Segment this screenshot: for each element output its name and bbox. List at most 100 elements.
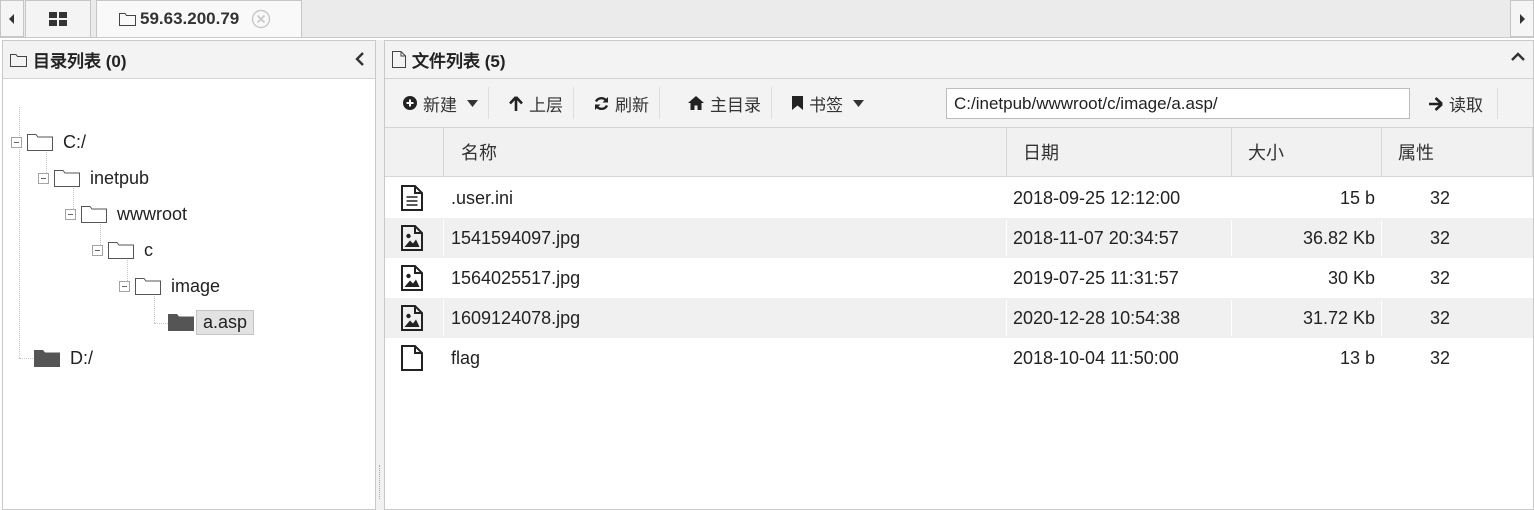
path-input[interactable] <box>946 88 1410 119</box>
panel-splitter[interactable] <box>376 40 384 510</box>
folder-outline-icon <box>108 242 134 259</box>
file-row[interactable]: 1564025517.jpg 2019-07-25 11:31:57 30 Kb… <box>385 258 1533 298</box>
tree-node-label: image <box>171 275 221 296</box>
caret-down-icon <box>467 99 478 107</box>
column-header-icon <box>385 128 443 176</box>
file-size: 36.82 Kb <box>1302 227 1375 248</box>
file-row[interactable]: 1609124078.jpg 2020-12-28 10:54:38 31.72… <box>385 298 1533 338</box>
tab-scroll-right-button[interactable] <box>1510 0 1534 37</box>
tree-node-label: a.asp <box>196 309 255 335</box>
folder-outline-icon <box>54 170 80 187</box>
cell-divider <box>1231 300 1232 336</box>
directory-panel-header: 目录列表 (0) <box>3 41 375 79</box>
tree-node-a-asp[interactable]: a.asp <box>168 307 255 337</box>
file-attr: 32 <box>1429 307 1451 328</box>
folder-outline-icon <box>81 206 107 223</box>
collapse-toggle[interactable] <box>119 280 130 292</box>
file-attr: 32 <box>1429 347 1451 368</box>
image-file-icon <box>401 218 427 258</box>
refresh-icon <box>594 96 609 110</box>
new-button[interactable]: 新建 <box>385 87 489 119</box>
refresh-button[interactable]: 刷新 <box>574 87 660 119</box>
caret-right-icon <box>1520 13 1525 24</box>
tree-node-c[interactable]: c <box>92 235 153 265</box>
file-attr: 32 <box>1429 227 1451 248</box>
tree-node-inetpub[interactable]: inetpub <box>38 163 149 193</box>
splitter-grip[interactable] <box>379 465 381 499</box>
column-header-label: 属性 <box>1398 143 1434 163</box>
home-icon <box>688 96 704 110</box>
cell-divider <box>443 300 444 336</box>
home-directory-label: 主目录 <box>710 95 761 115</box>
directory-panel-title: 目录列表 (0) <box>33 52 127 71</box>
file-row[interactable]: flag 2018-10-04 11:50:00 13 b 32 <box>385 338 1533 378</box>
folder-outline-icon <box>27 134 53 151</box>
read-button[interactable]: 读取 <box>1415 88 1498 119</box>
column-header-attr[interactable]: 属性 <box>1381 128 1533 176</box>
file-size: 15 b <box>1339 187 1375 208</box>
cell-divider <box>1231 220 1232 256</box>
file-date: 2020-12-28 10:54:38 <box>1013 307 1181 328</box>
collapse-toggle[interactable] <box>65 208 76 220</box>
collapse-toggle[interactable] <box>92 244 103 256</box>
file-row[interactable]: .user.ini 2018-09-25 12:12:00 15 b 32 <box>385 178 1533 218</box>
file-attr: 32 <box>1429 187 1451 208</box>
tree-node-c-drive[interactable]: C:/ <box>11 127 86 157</box>
file-outline-icon <box>392 51 406 68</box>
file-date: 2019-07-25 11:31:57 <box>1013 267 1179 288</box>
file-name: 1609124078.jpg <box>451 307 581 328</box>
file-name: flag <box>451 347 481 368</box>
file-name: .user.ini <box>451 187 514 208</box>
tab-home[interactable] <box>25 0 91 37</box>
column-header-label: 日期 <box>1023 143 1059 163</box>
file-panel-header: 文件列表 (5) <box>385 41 1533 79</box>
bookmark-button[interactable]: 书签 <box>772 87 874 119</box>
file-size: 31.72 Kb <box>1302 307 1375 328</box>
arrow-up-icon <box>509 95 523 111</box>
tree-connector <box>19 358 35 359</box>
collapse-panel-button[interactable] <box>355 52 365 66</box>
file-panel: 文件列表 (5) 新建 上层 刷新 主目录 书签 C:/inetpub/wwwr… <box>384 40 1534 510</box>
column-header-size[interactable]: 大小 <box>1231 128 1381 176</box>
collapse-panel-button[interactable] <box>1511 52 1525 62</box>
tree-node-image[interactable]: image <box>119 271 220 301</box>
collapse-toggle[interactable] <box>11 136 22 148</box>
chevron-up-icon <box>1511 52 1525 61</box>
bookmark-label: 书签 <box>809 95 843 115</box>
file-date: 2018-11-07 20:34:57 <box>1013 227 1179 248</box>
tree-node-d-drive[interactable]: D:/ <box>34 343 93 373</box>
text-file-icon <box>401 178 427 218</box>
file-row[interactable]: 1541594097.jpg 2018-11-07 20:34:57 36.82… <box>385 218 1533 258</box>
new-button-label: 新建 <box>423 95 457 115</box>
tree-node-wwwroot[interactable]: wwwroot <box>65 199 187 229</box>
collapse-toggle[interactable] <box>38 172 49 184</box>
up-level-button[interactable]: 上层 <box>489 87 574 119</box>
column-header-label: 名称 <box>461 143 497 163</box>
refresh-label: 刷新 <box>615 95 649 115</box>
close-circle-icon <box>252 9 271 29</box>
column-header-date[interactable]: 日期 <box>1006 128 1231 176</box>
folder-outline-icon <box>135 278 161 295</box>
caret-down-icon <box>853 99 864 107</box>
cell-divider <box>443 220 444 256</box>
file-grid-header: 名称 日期 大小 属性 <box>385 128 1533 177</box>
folder-closed-icon <box>168 314 194 331</box>
up-level-label: 上层 <box>529 95 563 115</box>
column-header-name[interactable]: 名称 <box>443 128 1006 176</box>
caret-left-icon <box>9 13 14 24</box>
cell-divider <box>1006 300 1007 336</box>
file-date: 2018-09-25 12:12:00 <box>1013 187 1181 208</box>
tab-close-button[interactable] <box>251 9 271 29</box>
image-file-icon <box>401 258 427 298</box>
file-attr: 32 <box>1429 267 1451 288</box>
tree-node-label: D:/ <box>70 347 94 368</box>
grid-icon <box>49 12 67 26</box>
tab-host[interactable]: 59.63.200.79 <box>96 0 302 37</box>
directory-panel: 目录列表 (0) C:/ inetpub wwwroot c image a.a… <box>2 40 376 510</box>
home-directory-button[interactable]: 主目录 <box>660 87 772 119</box>
read-button-label: 读取 <box>1449 96 1483 115</box>
tab-scroll-left-button[interactable] <box>0 0 24 37</box>
file-size: 13 b <box>1339 347 1375 368</box>
tab-bar: 59.63.200.79 <box>0 0 1534 38</box>
chevron-left-icon <box>355 52 364 66</box>
